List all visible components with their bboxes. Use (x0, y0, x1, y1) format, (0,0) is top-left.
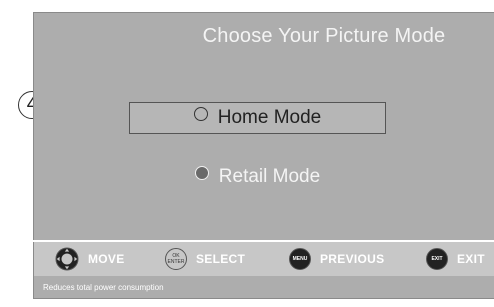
dpad-icon (55, 247, 79, 271)
exit-label: EXIT (457, 252, 485, 266)
picture-mode-screen: Choose Your Picture Mode Home Mode Retai… (33, 12, 494, 240)
screen-title: Choose Your Picture Mode (202, 25, 446, 47)
nav-move: MOVE (55, 242, 125, 276)
option-label: Retail Mode (218, 166, 321, 187)
option-label: Home Mode (217, 107, 322, 128)
option-retail-mode[interactable]: Retail Mode (129, 161, 386, 193)
nav-select: OK ENTER SELECT (165, 242, 245, 276)
remote-nav-bar: MOVE OK ENTER SELECT MENU PREVIOUS EXIT … (33, 242, 494, 276)
radio-icon (194, 166, 209, 180)
select-label: SELECT (196, 252, 246, 266)
exit-button-icon: EXIT (426, 248, 448, 270)
tv-setup-figure: 4 Choose Your Picture Mode Home Mode Ret… (0, 0, 494, 307)
menu-button-icon: MENU (289, 248, 311, 270)
option-home-mode[interactable]: Home Mode (129, 102, 386, 134)
help-status-bar: Reduces total power consumption (33, 276, 494, 299)
nav-exit: EXIT EXIT (426, 242, 485, 276)
previous-label: PREVIOUS (320, 252, 385, 266)
nav-previous: MENU PREVIOUS (289, 242, 384, 276)
ok-enter-icon: OK ENTER (165, 248, 187, 270)
move-label: MOVE (88, 252, 125, 266)
radio-icon (193, 107, 208, 121)
